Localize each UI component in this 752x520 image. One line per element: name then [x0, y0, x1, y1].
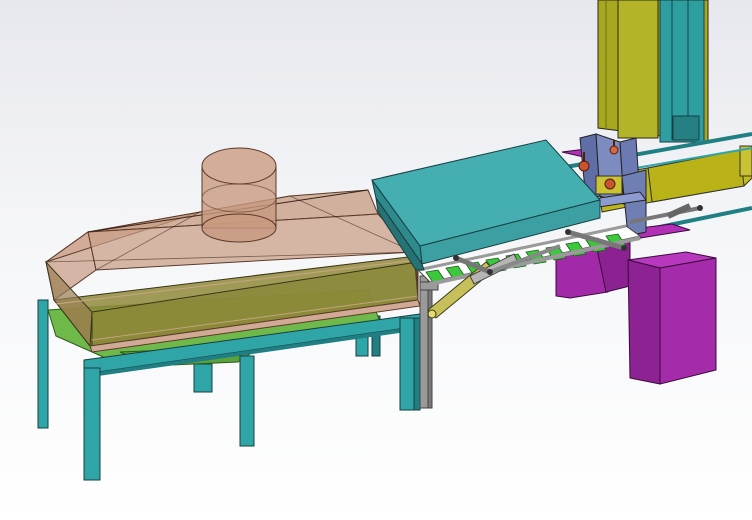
exhaust-duct[interactable] [201, 147, 277, 243]
olive-tower[interactable] [597, 0, 709, 143]
cad-scene [37, 0, 752, 481]
cad-viewport[interactable] [0, 0, 752, 520]
